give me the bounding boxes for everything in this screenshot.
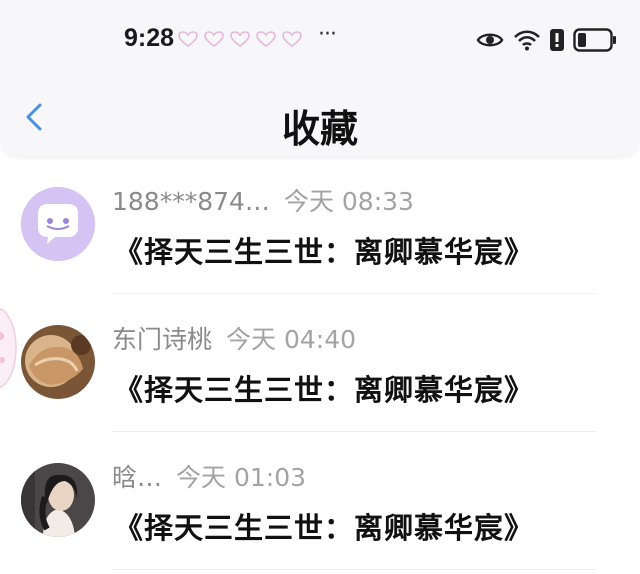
alert-icon — [550, 29, 564, 51]
user-name: 东门诗桃 — [112, 325, 213, 354]
book-title: 《择天三生三世：离卿慕华宸》 — [114, 511, 535, 545]
list-item[interactable]: 东门诗桃 今天 04:40 《择天三生三世：离卿慕华宸》 — [0, 294, 640, 432]
item-meta: 188***874… 今天 08:33 — [112, 182, 414, 218]
avatar[interactable] — [21, 187, 95, 261]
item-time: 今天 01:03 — [176, 463, 307, 492]
heart-icon — [178, 31, 198, 47]
chat-bubble-icon — [21, 187, 95, 261]
heart-icon — [230, 31, 250, 47]
list-item[interactable]: 188***874… 今天 08:33 《择天三生三世：离卿慕华宸》 — [0, 156, 640, 294]
item-time: 今天 04:40 — [226, 325, 357, 354]
user-name: 晗… — [112, 463, 163, 492]
avatar[interactable] — [21, 463, 95, 537]
page-title: 收藏 — [281, 107, 358, 151]
item-meta: 东门诗桃 今天 04:40 — [112, 320, 356, 356]
eye-icon — [476, 33, 504, 47]
photo-avatar — [21, 463, 95, 537]
book-title: 《择天三生三世：离卿慕华宸》 — [114, 235, 535, 269]
user-name: 188***874… — [112, 187, 270, 216]
list-item[interactable]: 晗… 今天 01:03 《择天三生三世：离卿慕华宸》 — [0, 432, 640, 570]
book-title: 《择天三生三世：离卿慕华宸》 — [114, 373, 535, 407]
notification-icons — [178, 31, 302, 47]
photo-avatar — [21, 325, 95, 399]
heart-icon — [204, 31, 224, 47]
system-icons — [476, 28, 617, 52]
avatar[interactable] — [21, 325, 95, 399]
divider — [112, 569, 596, 570]
status-bar: 9:28 ··· — [0, 0, 640, 80]
item-time: 今天 08:33 — [283, 187, 414, 216]
item-meta: 晗… 今天 01:03 — [112, 458, 306, 494]
wifi-icon — [514, 30, 540, 51]
nav-header: 收藏 — [0, 80, 640, 156]
heart-icon — [282, 31, 302, 47]
status-time: 9:28 — [124, 24, 175, 52]
more-notifications: ··· — [318, 22, 337, 47]
battery-icon — [573, 28, 616, 52]
heart-icon — [256, 31, 276, 47]
